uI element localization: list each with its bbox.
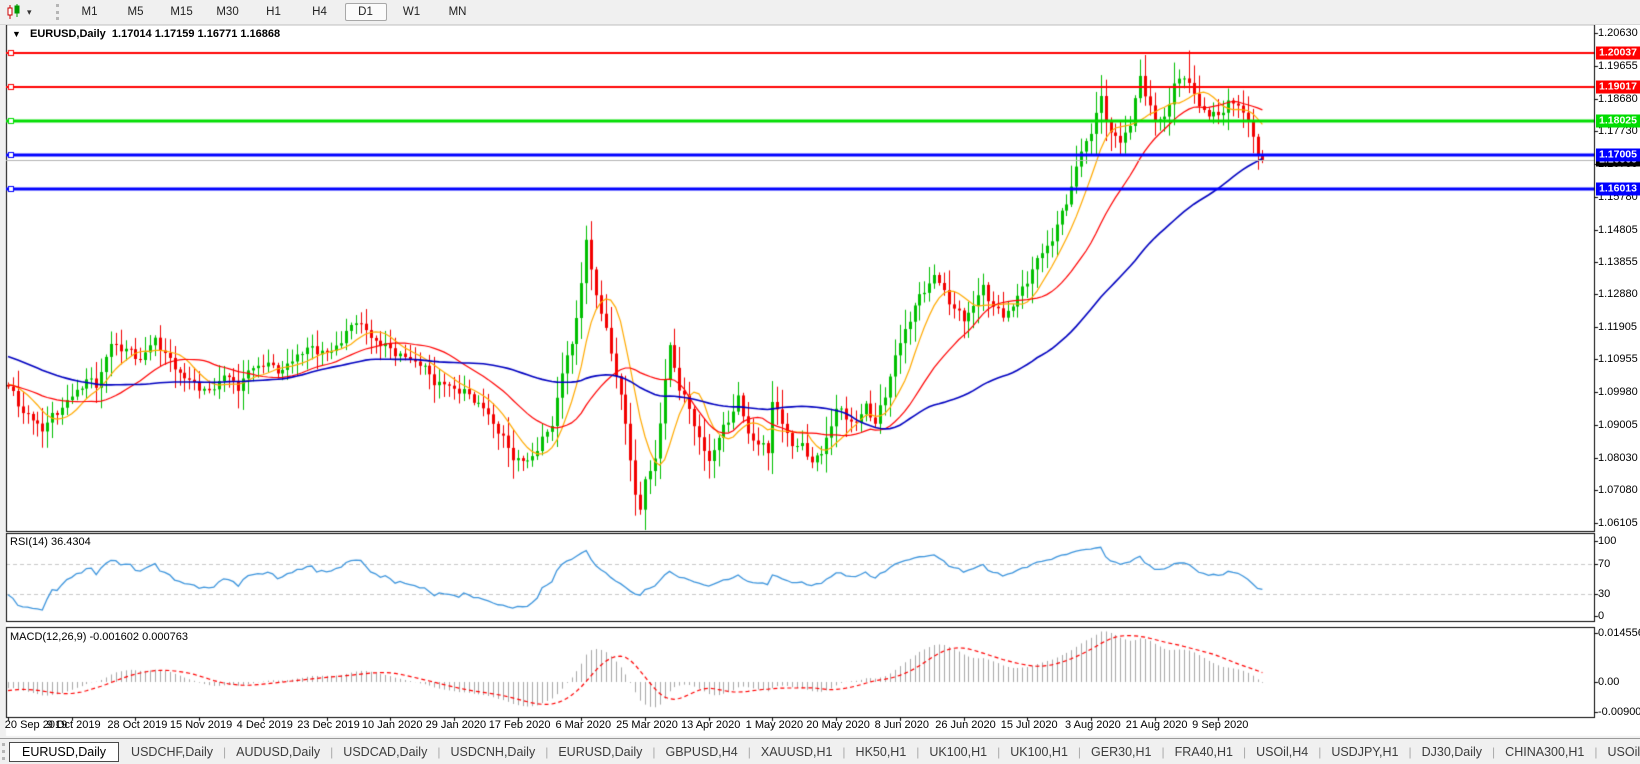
price-axis-tick: 1.09980	[1598, 386, 1638, 399]
timeframe-button-M5[interactable]: M5	[115, 3, 157, 21]
timeframe-button-MN[interactable]: MN	[437, 3, 479, 21]
collapse-triangle-icon[interactable]: ▼	[12, 29, 21, 39]
timeframe-button-H4[interactable]: H4	[299, 3, 341, 21]
price-axis-tick: 1.11905	[1598, 321, 1637, 334]
time-axis-label: 17 Feb 2020	[488, 719, 551, 731]
price-axis-tick: 1.20630	[1598, 27, 1638, 39]
chart-symbol-label: EURUSD,Daily	[29, 28, 106, 40]
hline-price-badge[interactable]: 1.16013	[1596, 182, 1640, 196]
price-axis-tick: 1.08030	[1598, 452, 1638, 465]
chart-tab-bar: EURUSD,Daily USDCHF,Daily | AUDUSD,Daily | US…	[0, 738, 1640, 764]
time-axis-label: 8 Jun 2020	[874, 719, 930, 731]
price-axis-tick: 1.09005	[1598, 419, 1638, 432]
time-axis-label: 6 Mar 2020	[555, 719, 612, 731]
time-axis-label: 9 Oct 2019	[46, 719, 101, 731]
chart-tool-group[interactable]: ▾	[6, 4, 32, 20]
time-axis-label: 25 Mar 2020	[616, 719, 678, 731]
chart-overlay: ▼ EURUSD,Daily 1.17014 1.17159 1.16771 1…	[0, 0, 1640, 764]
chart-tab-USOil-H1[interactable]: USOil,H1	[1598, 743, 1640, 761]
time-axis-label: 23 Dec 2019	[297, 719, 360, 731]
chart-tab-USOil-H4[interactable]: USOil,H4	[1246, 743, 1318, 761]
macd-indicator-label: MACD(12,26,9) -0.001602 0.000763	[10, 631, 188, 643]
chart-ohlc-values: 1.17014 1.17159 1.16771 1.16868	[111, 28, 281, 40]
time-axis-label: 15 Nov 2019	[169, 719, 233, 731]
timeframe-button-M15[interactable]: M15	[161, 3, 203, 21]
chart-tab-UK100-H1[interactable]: UK100,H1	[1000, 743, 1078, 761]
rsi-axis-tick: 100	[1598, 535, 1617, 547]
time-axis-label: 29 Jan 2020	[425, 719, 487, 731]
timeframe-button-group: M1 M5 M15 M30 H1 H4 D1 W1 MN	[69, 3, 483, 21]
chart-tab-HK50-H1[interactable]: HK50,H1	[846, 743, 917, 761]
time-axis-label: 20 May 2020	[806, 719, 870, 731]
price-axis-tick: 1.14805	[1598, 223, 1638, 236]
chart-tab-AUDUSD-Daily[interactable]: AUDUSD,Daily	[226, 743, 330, 761]
chart-tab-XAUUSD-H1[interactable]: XAUUSD,H1	[751, 743, 843, 761]
hline-price-badge[interactable]: 1.17005	[1596, 148, 1640, 162]
time-axis-label: 13 Apr 2020	[681, 719, 741, 731]
time-axis-label: 9 Sep 2020	[1192, 719, 1249, 731]
timeframe-button-D1[interactable]: D1	[344, 3, 387, 21]
time-axis-label: 1 May 2020	[745, 719, 804, 731]
hline-price-badge[interactable]: 1.18025	[1596, 114, 1640, 128]
timeframe-button-H1[interactable]: H1	[253, 3, 295, 21]
hline-price-badge[interactable]: 1.19017	[1596, 80, 1640, 94]
toolbar-grip	[55, 4, 59, 20]
time-axis-label: 10 Jan 2020	[361, 719, 423, 731]
chart-tab-USDCNH-Daily[interactable]: USDCNH,Daily	[440, 743, 545, 761]
tabbar-grip	[2, 743, 5, 760]
price-axis-tick: 1.18680	[1598, 92, 1638, 105]
price-axis-tick: 1.19655	[1598, 59, 1638, 72]
chart-title: ▼ EURUSD,Daily 1.17014 1.17159 1.16771 1…	[12, 28, 280, 40]
time-axis-label: 15 Jul 2020	[1000, 719, 1058, 731]
time-axis-label: 3 Aug 2020	[1065, 719, 1121, 731]
macd-axis-tick: 0.014556	[1598, 627, 1640, 640]
chart-tab-GBPUSD-H4[interactable]: GBPUSD,H4	[656, 743, 748, 761]
chart-tab-USDCHF-Daily[interactable]: USDCHF,Daily	[121, 743, 223, 761]
time-axis-label: 21 Aug 2020	[1125, 719, 1188, 731]
rsi-axis-tick: 30	[1598, 587, 1611, 600]
chart-tab-USDCAD-Daily[interactable]: USDCAD,Daily	[333, 743, 437, 761]
time-axis-label: 4 Dec 2019	[236, 719, 293, 731]
macd-axis-tick: 0.00	[1598, 676, 1620, 688]
candlestick-chart-icon[interactable]	[6, 4, 24, 20]
price-axis-tick: 1.06105	[1598, 516, 1638, 529]
price-axis-tick: 1.12880	[1598, 288, 1638, 301]
chart-tab-EURUSD-Daily[interactable]: EURUSD,Daily	[548, 743, 652, 761]
price-axis-tick: 1.10955	[1598, 353, 1638, 366]
timeframe-button-M30[interactable]: M30	[207, 3, 249, 21]
top-toolbar: ▾ M1 M5 M15 M30 H1 H4 D1 W1 MN	[0, 0, 1640, 25]
chart-tab-UK100-H1[interactable]: UK100,H1	[919, 743, 997, 761]
hline-price-badge[interactable]: 1.20037	[1596, 46, 1640, 60]
chevron-down-icon[interactable]: ▾	[27, 7, 32, 18]
macd-axis-tick: -0.009001	[1598, 706, 1640, 718]
price-axis-tick: 1.07080	[1598, 484, 1638, 497]
rsi-axis-tick: 0	[1598, 610, 1605, 622]
time-axis-label: 28 Oct 2019	[107, 719, 168, 731]
price-axis-tick: 1.13855	[1598, 255, 1638, 268]
chart-tab-USDJPY-H1[interactable]: USDJPY,H1	[1321, 743, 1408, 761]
chart-tab-DJ30-Daily[interactable]: DJ30,Daily	[1412, 743, 1492, 761]
chart-tab-EURUSD-Daily[interactable]: EURUSD,Daily	[9, 741, 120, 762]
rsi-indicator-label: RSI(14) 36.4304	[10, 536, 91, 548]
chart-tab-CHINA300-H1[interactable]: CHINA300,H1	[1495, 743, 1594, 761]
chart-tab-GER30-H1[interactable]: GER30,H1	[1081, 743, 1161, 761]
timeframe-button-W1[interactable]: W1	[391, 3, 433, 21]
rsi-axis-tick: 70	[1598, 557, 1611, 570]
time-axis-label: 26 Jun 2020	[935, 719, 996, 731]
chart-tab-FRA40-H1[interactable]: FRA40,H1	[1165, 743, 1243, 761]
timeframe-button-M1[interactable]: M1	[69, 3, 111, 21]
